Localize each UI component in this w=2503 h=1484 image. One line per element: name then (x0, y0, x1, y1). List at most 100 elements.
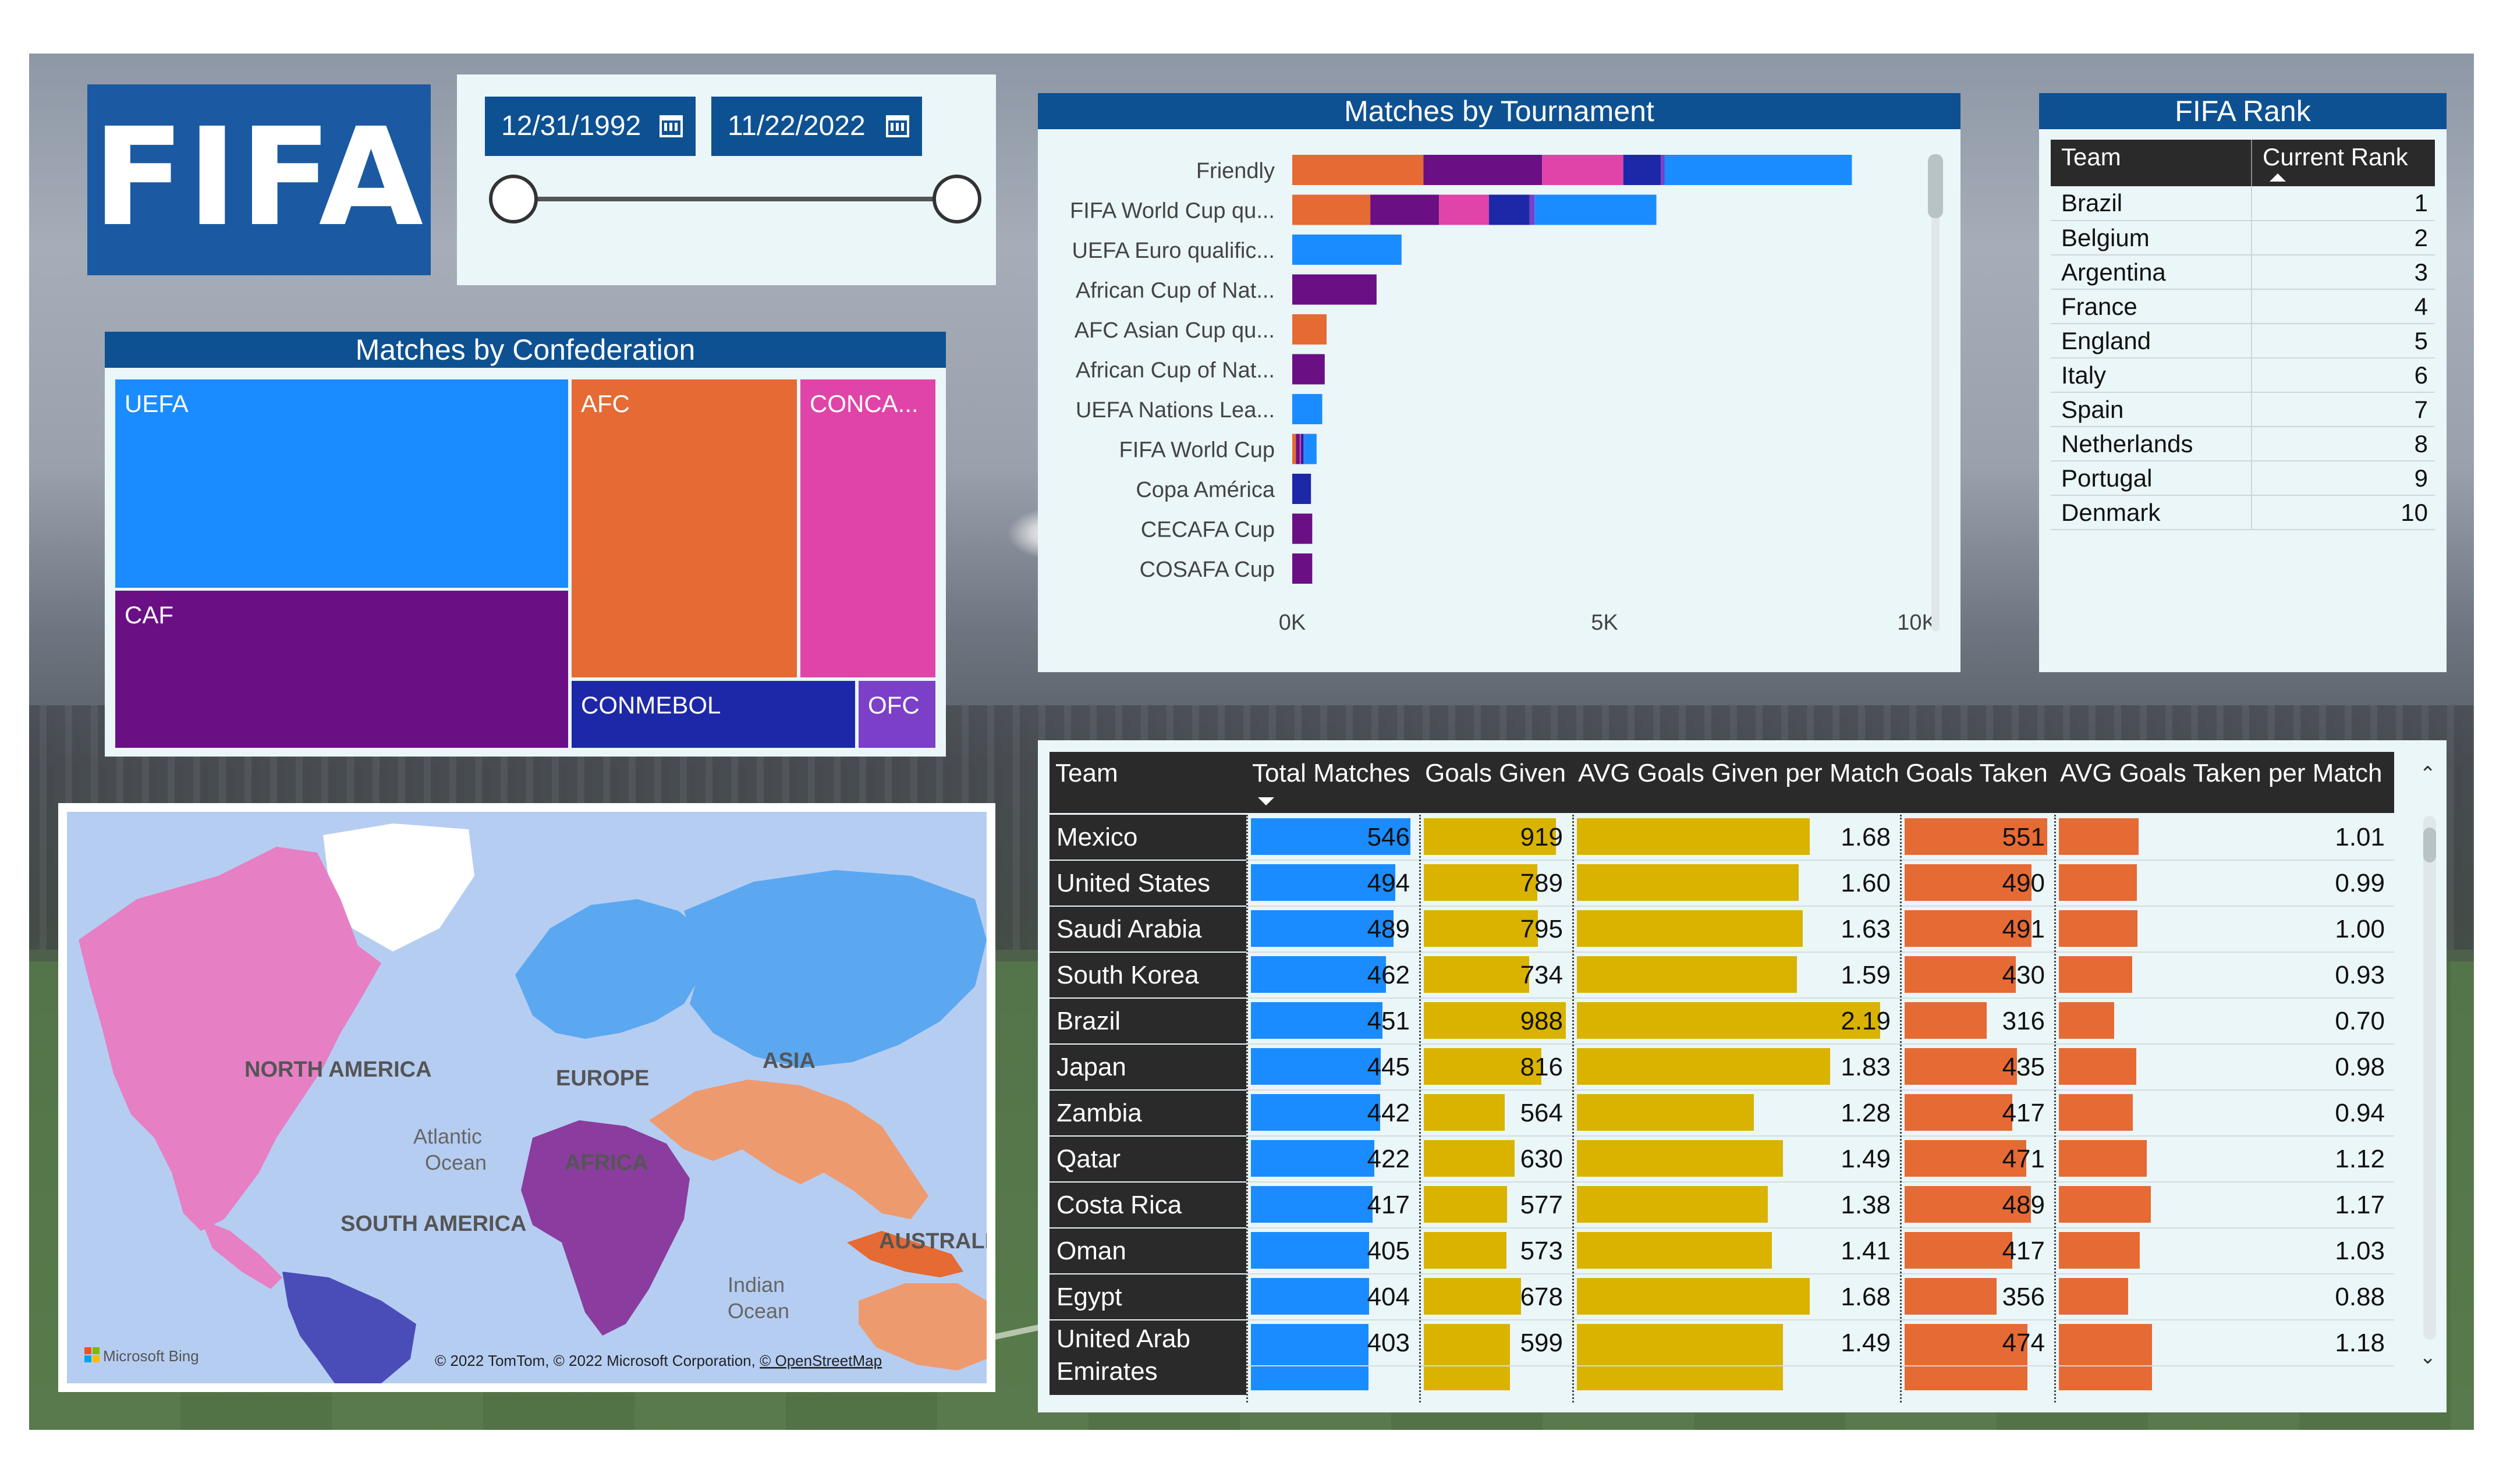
avg-goals-taken-cell: 1.18 (2059, 1320, 2389, 1395)
bar-segment[interactable] (1292, 235, 1402, 265)
header-total-matches[interactable]: Total Matches (1246, 752, 1419, 813)
bar-segment[interactable] (1423, 155, 1543, 185)
rank-team: Belgium (2051, 221, 2252, 255)
table-row[interactable]: Saudi Arabia 489 795 1.63 491 1.00 (1050, 907, 2394, 953)
bar-segment[interactable] (1292, 354, 1325, 385)
avg-goals-taken-cell: 0.88 (2059, 1274, 2389, 1319)
rank-header-rank[interactable]: Current Rank (2251, 140, 2435, 186)
bar-segment[interactable] (1303, 434, 1304, 464)
tile-concacaf[interactable]: CONCA... (800, 379, 935, 677)
tile-uefa[interactable]: UEFA (115, 379, 568, 588)
bar-segment[interactable] (1439, 194, 1489, 225)
table-row[interactable]: South Korea 462 734 1.59 430 0.93 (1050, 953, 2394, 999)
table-row[interactable]: Egypt 404 678 1.68 356 0.88 (1050, 1274, 2394, 1320)
bar-segment[interactable] (1292, 314, 1327, 345)
header-team[interactable]: Team (1050, 752, 1246, 813)
rank-row[interactable]: Argentina 3 (2051, 255, 2435, 290)
chart-scrollbar[interactable] (1931, 154, 1940, 631)
bar-segment[interactable] (1370, 194, 1440, 225)
bar-segment[interactable] (1534, 194, 1657, 225)
end-slider-handle[interactable] (933, 175, 981, 223)
bar-segment[interactable] (1623, 155, 1661, 185)
total-matches-cell: 442 (1251, 1091, 1414, 1135)
header-avg-goals-given[interactable]: AVG Goals Given per Match (1572, 752, 1900, 813)
table-row[interactable]: Costa Rica 417 577 1.38 489 1.17 (1050, 1183, 2394, 1229)
tile-ofc[interactable]: OFC (859, 681, 935, 748)
bar-segment[interactable] (1488, 194, 1530, 225)
map-svg: NORTH AMERICA EUROPE ASIA AFRICA SOUTH A… (67, 812, 987, 1383)
bar-segment[interactable] (1661, 155, 1665, 185)
rank-row[interactable]: France 4 (2051, 289, 2435, 324)
date-slider-track[interactable] (512, 197, 955, 201)
table-row[interactable]: Qatar 422 630 1.49 471 1.12 (1050, 1137, 2394, 1183)
goals-given-cell: 564 (1424, 1091, 1568, 1135)
scroll-up-icon[interactable]: ⌃ (2420, 762, 2437, 786)
calendar-icon[interactable] (886, 115, 909, 137)
tile-afc[interactable]: AFC (572, 379, 797, 677)
end-date-input[interactable]: 11/22/2022 (711, 97, 922, 156)
start-date-input[interactable]: 12/31/1992 (485, 97, 696, 156)
rank-row[interactable]: Denmark 10 (2051, 495, 2435, 530)
total-matches-cell: 546 (1251, 815, 1414, 860)
table-row[interactable]: Oman 405 573 1.41 417 1.03 (1050, 1229, 2394, 1274)
table-row[interactable]: Zambia 442 564 1.28 417 0.94 (1050, 1091, 2394, 1137)
bar-segment[interactable] (1292, 274, 1377, 305)
label-indian: Indian (728, 1273, 785, 1297)
bar-segment[interactable] (1292, 434, 1296, 464)
bar-segment[interactable] (1304, 434, 1317, 464)
table-row[interactable]: United States 494 789 1.60 490 0.99 (1050, 861, 2394, 907)
bar-segment[interactable] (1296, 434, 1300, 464)
total-matches-value: 422 (1367, 1145, 1410, 1173)
table-scrollbar-thumb[interactable] (2423, 828, 2436, 862)
team-name: Oman (1050, 1229, 1246, 1273)
chart-scrollbar-thumb[interactable] (1928, 154, 1943, 218)
table-row[interactable]: Brazil 451 988 2.19 316 0.70 (1050, 999, 2394, 1045)
rank-header-team[interactable]: Team (2051, 140, 2252, 186)
tile-conmebol[interactable]: CONMEBOL (572, 681, 855, 748)
bar-segment[interactable] (1301, 434, 1304, 464)
tile-caf[interactable]: CAF (115, 591, 568, 748)
table-row[interactable]: Mexico 546 919 1.68 551 1.01 (1050, 815, 2394, 861)
goals-taken-cell: 474 (1905, 1320, 2050, 1395)
scroll-down-icon[interactable]: ⌄ (2420, 1345, 2437, 1369)
bar-segment[interactable] (1292, 553, 1313, 584)
avg-goals-taken-value: 0.93 (2335, 961, 2385, 989)
avg-goals-given-value: 1.38 (1841, 1191, 1891, 1219)
start-slider-handle[interactable] (489, 175, 538, 223)
rank-row[interactable]: Netherlands 8 (2051, 427, 2435, 461)
rank-row[interactable]: Portugal 9 (2051, 461, 2435, 496)
sort-ascending-icon (2270, 173, 2286, 182)
goals-taken-cell: 417 (1905, 1091, 2050, 1135)
rank-row[interactable]: Brazil 1 (2051, 186, 2435, 221)
calendar-icon[interactable] (660, 115, 683, 137)
openstreetmap-link[interactable]: © OpenStreetMap (760, 1352, 882, 1369)
rank-row[interactable]: England 5 (2051, 324, 2435, 358)
bar-segment[interactable] (1542, 155, 1623, 185)
category-label: FIFA World Cup qu... (1070, 199, 1275, 223)
team-name: Costa Rica (1050, 1183, 1246, 1227)
bar-segment[interactable] (1529, 194, 1535, 225)
header-goals-taken[interactable]: Goals Taken (1900, 752, 2054, 813)
avg-goals-taken-cell: 0.70 (2059, 999, 2389, 1043)
world-map[interactable]: NORTH AMERICA EUROPE ASIA AFRICA SOUTH A… (58, 803, 995, 1392)
column-divider (1572, 815, 1574, 1403)
table-row[interactable]: Japan 445 816 1.83 435 0.98 (1050, 1045, 2394, 1091)
header-avg-goals-taken[interactable]: AVG Goals Taken per Match (2054, 752, 2394, 813)
bar-segment[interactable] (1292, 513, 1313, 544)
rank-row[interactable]: Spain 7 (2051, 392, 2435, 427)
bar-segment[interactable] (1292, 194, 1371, 225)
bar-segment[interactable] (1299, 434, 1302, 464)
header-goals-given[interactable]: Goals Given (1419, 752, 1572, 813)
total-matches-cell: 422 (1251, 1137, 1414, 1181)
bar-segment[interactable] (1292, 155, 1424, 185)
rank-row[interactable]: Italy 6 (2051, 358, 2435, 393)
rank-row[interactable]: Belgium 2 (2051, 221, 2435, 255)
table-scrollbar[interactable] (2423, 816, 2436, 1340)
avg-goals-taken-value: 0.94 (2335, 1099, 2385, 1127)
bar-segment[interactable] (1292, 394, 1323, 424)
rank-team: Portugal (2051, 461, 2252, 496)
bar-segment[interactable] (1292, 474, 1311, 504)
table-row[interactable]: United Arab Emirates 403 599 1.49 474 1.18 (1050, 1320, 2394, 1396)
bar-segment[interactable] (1664, 155, 1852, 185)
total-matches-value: 405 (1367, 1237, 1410, 1265)
